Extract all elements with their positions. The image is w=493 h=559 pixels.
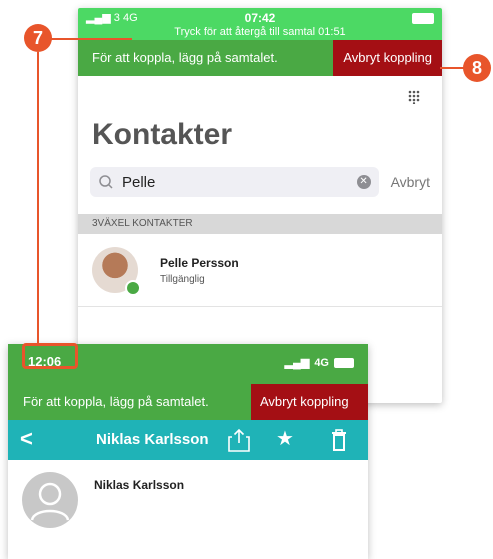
toolbar [78,76,442,116]
search-row: ✕ Avbryt [78,162,442,202]
callout-8-line [440,67,464,69]
status-right: ▂▄▆ 4G [285,356,354,369]
callout-7-vertical [37,52,39,344]
transfer-bar: För att koppla, lägg på samtalet. Avbryt… [8,384,368,420]
callout-8: 8 [463,54,491,82]
network-label: 4G [314,356,329,369]
page-title: Kontakter [92,118,233,151]
search-box[interactable]: ✕ [90,167,379,197]
callout-7: 7 [24,24,52,52]
contact-name: Pelle Persson [160,255,239,270]
nav-title: Niklas Karlsson [96,431,209,448]
clear-search-icon[interactable]: ✕ [356,175,371,189]
status-time: 07:42 [244,11,276,25]
contact-detail-screen: 12:06 ▂▄▆ 4G För att koppla, lägg på sam… [8,344,368,559]
signal-icon: ▂▄▆ [284,357,310,369]
trash-icon[interactable] [331,429,347,451]
search-icon [99,175,113,189]
avatar [92,247,141,296]
presence-available-icon [125,280,141,296]
battery-icon [334,357,354,368]
favorite-star-icon[interactable]: ★ [276,426,294,451]
share-icon[interactable] [228,428,250,452]
contact-info: Pelle Persson Tillgänglig [160,256,239,285]
back-chevron-icon[interactable]: < [20,426,33,452]
contact-name: Niklas Karlsson [94,478,185,492]
call-status-bar[interactable]: ▂▄▆ 3 4G 07:42 Tryck för att återgå till… [78,8,442,40]
cancel-transfer-button[interactable]: Avbryt koppling [251,384,368,420]
avatar-placeholder-icon [22,472,78,528]
contact-row[interactable]: Pelle Persson Tillgänglig [78,234,442,307]
time-highlight [22,343,78,369]
return-to-call-banner[interactable]: Tryck för att återgå till samtal 01:51 [78,26,442,38]
transfer-bar: För att koppla, lägg på samtalet. Avbryt… [78,40,442,76]
contact-status: Tillgänglig [160,273,205,285]
nav-bar: < Niklas Karlsson ★ [8,420,368,460]
contact-header: Niklas Karlsson [8,460,368,528]
search-cancel-button[interactable]: Avbryt [391,174,430,190]
transfer-message: För att koppla, lägg på samtalet. [8,384,251,420]
cancel-transfer-button[interactable]: Avbryt koppling [333,40,442,76]
search-input[interactable] [118,172,357,192]
dialpad-icon[interactable] [408,90,420,104]
battery-icon [412,13,434,24]
section-header: 3VÄXEL KONTAKTER [78,214,442,234]
transfer-message: För att koppla, lägg på samtalet. [78,40,334,76]
callout-7-horizontal [50,38,132,40]
